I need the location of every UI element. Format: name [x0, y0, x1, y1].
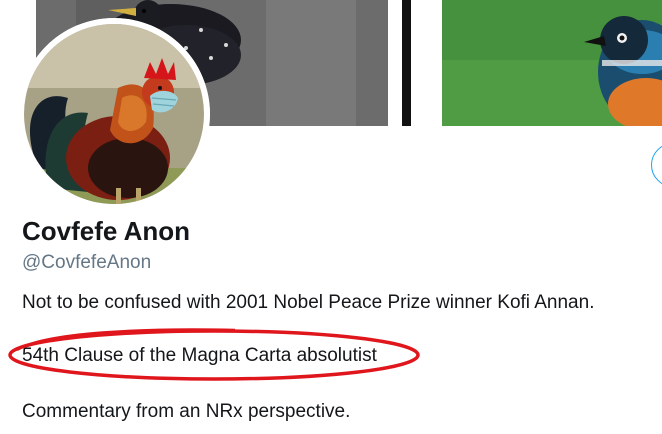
- display-name: Covfefe Anon: [22, 216, 191, 246]
- superb-starling-photo: [442, 0, 662, 126]
- profile-page: Covfefe Anon @CovfefeAnon Not to be conf…: [0, 0, 662, 434]
- user-handle: @CovfefeAnon: [22, 252, 152, 273]
- banner-divider: [402, 0, 411, 126]
- bio-line-3: Commentary from an NRx perspective.: [22, 401, 351, 422]
- profile-action-button[interactable]: [651, 143, 662, 187]
- profile-avatar[interactable]: [18, 18, 210, 210]
- bio-line-2: 54th Clause of the Magna Carta absolutis…: [22, 345, 377, 366]
- rooster-photo: [18, 18, 210, 210]
- banner-image-superb-starling[interactable]: [442, 0, 662, 126]
- bio-line-1: Not to be confused with 2001 Nobel Peace…: [22, 292, 595, 313]
